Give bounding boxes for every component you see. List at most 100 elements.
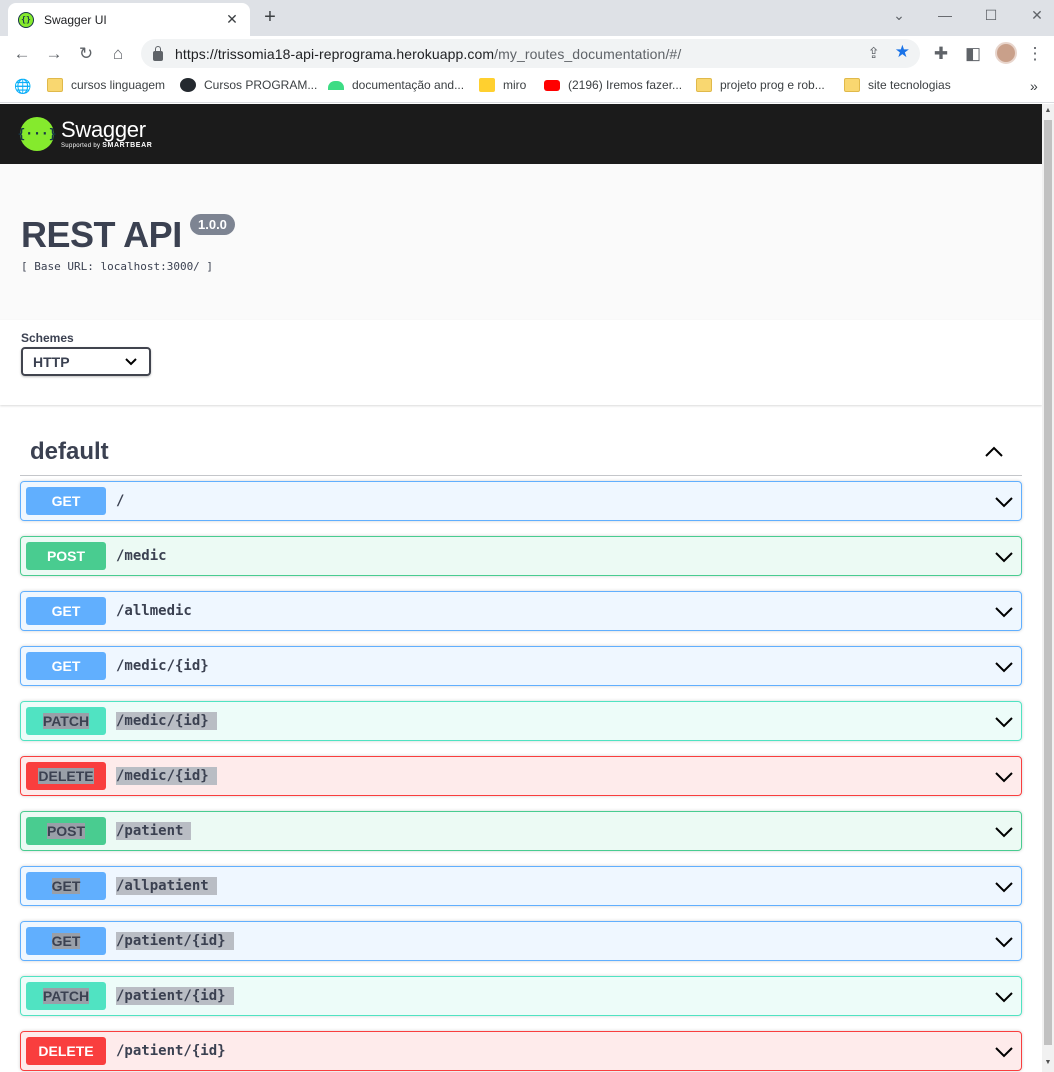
close-tab-icon[interactable]: ✕: [224, 11, 240, 28]
home-icon[interactable]: ⌂: [107, 43, 129, 65]
operation-path: /medic/{id}: [116, 658, 209, 674]
github-icon: [180, 78, 196, 92]
bookmark-projeto-prog[interactable]: projeto prog e rob...: [696, 78, 825, 92]
swagger-page: {···} Swagger Supported by SMARTBEAR RES…: [0, 104, 1042, 1072]
logo-subtitle: Supported by SMARTBEAR: [61, 142, 153, 149]
swagger-logo-text[interactable]: Swagger Supported by SMARTBEAR: [61, 117, 153, 150]
bookmark-cursos-linguagem[interactable]: cursos linguagem: [47, 78, 165, 92]
forward-arrow-icon[interactable]: →: [43, 43, 65, 65]
tag-header[interactable]: default: [20, 429, 1022, 476]
method-badge: DELETE: [26, 1037, 106, 1065]
chevron-down-icon[interactable]: [994, 987, 1014, 1007]
operation-post[interactable]: POST/patient: [20, 811, 1022, 851]
reload-icon[interactable]: ↻: [75, 43, 97, 65]
method-badge: GET: [26, 487, 106, 515]
method-badge: GET: [26, 652, 106, 680]
operation-path: /medic: [116, 548, 167, 564]
page-title: REST API: [21, 214, 182, 255]
bookmark-cursos-program[interactable]: Cursos PROGRAM...: [180, 78, 317, 92]
tag-section-default: default GET / POST/medic GET/allmedic GET/me…: [0, 405, 1042, 1071]
operation-path: /allmedic: [116, 603, 192, 619]
base-url: [ Base URL: localhost:3000/ ]: [21, 260, 214, 273]
tab-strip: {} Swagger UI ✕ + ⌄ — ☐ ✕: [0, 0, 1054, 36]
tab-title: Swagger UI: [44, 12, 107, 27]
miro-icon: [479, 78, 495, 92]
chevron-down-icon[interactable]: [994, 602, 1014, 622]
more-bookmarks-chevron[interactable]: »: [1030, 78, 1038, 94]
swagger-topbar: {···} Swagger Supported by SMARTBEAR: [0, 104, 1042, 164]
chevron-down-icon: [125, 357, 137, 365]
new-tab-button[interactable]: +: [260, 6, 280, 29]
url-host: https://trissomia18-api-reprograma.herok…: [175, 45, 495, 62]
version-badge: 1.0.0: [190, 214, 235, 235]
scroll-down-arrow-icon[interactable]: ▼: [1044, 1059, 1052, 1069]
operation-get[interactable]: GET/patient/{id}: [20, 921, 1022, 961]
chevron-down-icon[interactable]: [994, 767, 1014, 787]
folder-icon: [696, 78, 712, 92]
scrollbar[interactable]: ▲ ▼: [1042, 104, 1054, 1072]
chevron-up-icon[interactable]: [984, 446, 1004, 458]
method-badge: PATCH: [26, 982, 106, 1010]
logo-name: Swagger: [61, 117, 146, 142]
operation-get[interactable]: GET/allpatient: [20, 866, 1022, 906]
bookmark-miro[interactable]: miro: [479, 78, 526, 92]
chevron-down-icon[interactable]: [994, 822, 1014, 842]
operation-path: /patient/{id}: [116, 1043, 226, 1059]
operation-delete[interactable]: DELETE/patient/{id}: [20, 1031, 1022, 1071]
bookmark-youtube[interactable]: (2196) Iremos fazer...: [544, 78, 682, 92]
chevron-down-icon[interactable]: [994, 877, 1014, 897]
scroll-up-arrow-icon[interactable]: ▲: [1044, 107, 1052, 117]
schemes-section: Schemes HTTP: [0, 320, 1042, 405]
operation-get[interactable]: GET/allmedic: [20, 591, 1022, 631]
method-badge: GET: [26, 927, 106, 955]
bookmark-documentacao[interactable]: documentação and...: [328, 78, 464, 92]
method-badge: PATCH: [26, 707, 106, 735]
tab-search-chevron-icon[interactable]: ⌄: [876, 0, 922, 30]
minimize-button[interactable]: —: [922, 0, 968, 30]
side-panel-icon[interactable]: ◧: [962, 43, 984, 65]
bookmark-site-tecnologias[interactable]: site tecnologias: [844, 78, 951, 92]
method-badge: DELETE: [26, 762, 106, 790]
chevron-down-icon[interactable]: [994, 932, 1014, 952]
share-icon[interactable]: ⇪: [867, 44, 880, 62]
youtube-icon: [544, 79, 560, 91]
operation-path: /: [116, 493, 125, 509]
chevron-down-icon[interactable]: [994, 547, 1014, 567]
operation-path: /allpatient: [116, 877, 217, 895]
swagger-logo-icon[interactable]: {···}: [17, 117, 57, 151]
operation-patch[interactable]: PATCH/patient/{id}: [20, 976, 1022, 1016]
chevron-down-icon[interactable]: [994, 1042, 1014, 1062]
bookmark-globe-icon[interactable]: 🌐: [14, 78, 31, 95]
api-info: REST API 1.0.0 [ Base URL: localhost:300…: [0, 164, 1042, 320]
browser-toolbar: ← → ↻ ⌂ https://trissomia18-api-reprogra…: [0, 36, 1054, 72]
maximize-button[interactable]: ☐: [968, 0, 1014, 30]
profile-avatar[interactable]: [995, 42, 1017, 64]
scheme-selected-value: HTTP: [33, 353, 70, 370]
operation-post[interactable]: POST/medic: [20, 536, 1022, 576]
bookmark-star-icon[interactable]: ★: [895, 42, 910, 62]
operation-delete[interactable]: DELETE/medic/{id}: [20, 756, 1022, 796]
scrollbar-thumb[interactable]: [1044, 120, 1052, 1045]
tab-swagger-ui[interactable]: {} Swagger UI ✕: [8, 3, 250, 36]
operation-get[interactable]: GET/medic/{id}: [20, 646, 1022, 686]
back-arrow-icon[interactable]: ←: [11, 43, 33, 65]
operation-get[interactable]: GET /: [20, 481, 1022, 521]
operation-path: /patient/{id}: [116, 987, 234, 1005]
schemes-select[interactable]: HTTP: [21, 347, 151, 376]
operations-list: GET / POST/medic GET/allmedic GET/medic/{id}…: [20, 481, 1022, 1071]
chevron-down-icon[interactable]: [994, 657, 1014, 677]
close-window-button[interactable]: ✕: [1014, 0, 1054, 30]
menu-kebab-icon[interactable]: ⋮: [1024, 43, 1046, 65]
chevron-down-icon[interactable]: [994, 712, 1014, 732]
chevron-down-icon[interactable]: [994, 492, 1014, 512]
operation-path: /medic/{id}: [116, 712, 217, 730]
operation-patch[interactable]: PATCH/medic/{id}: [20, 701, 1022, 741]
folder-icon: [844, 78, 860, 92]
method-badge: POST: [26, 817, 106, 845]
swagger-favicon-icon: {}: [18, 11, 34, 28]
address-bar[interactable]: https://trissomia18-api-reprograma.herok…: [141, 39, 920, 68]
method-badge: POST: [26, 542, 106, 570]
extensions-puzzle-icon[interactable]: ✚: [930, 43, 952, 65]
operation-path: /patient/{id}: [116, 932, 234, 950]
lock-icon[interactable]: [153, 45, 163, 61]
